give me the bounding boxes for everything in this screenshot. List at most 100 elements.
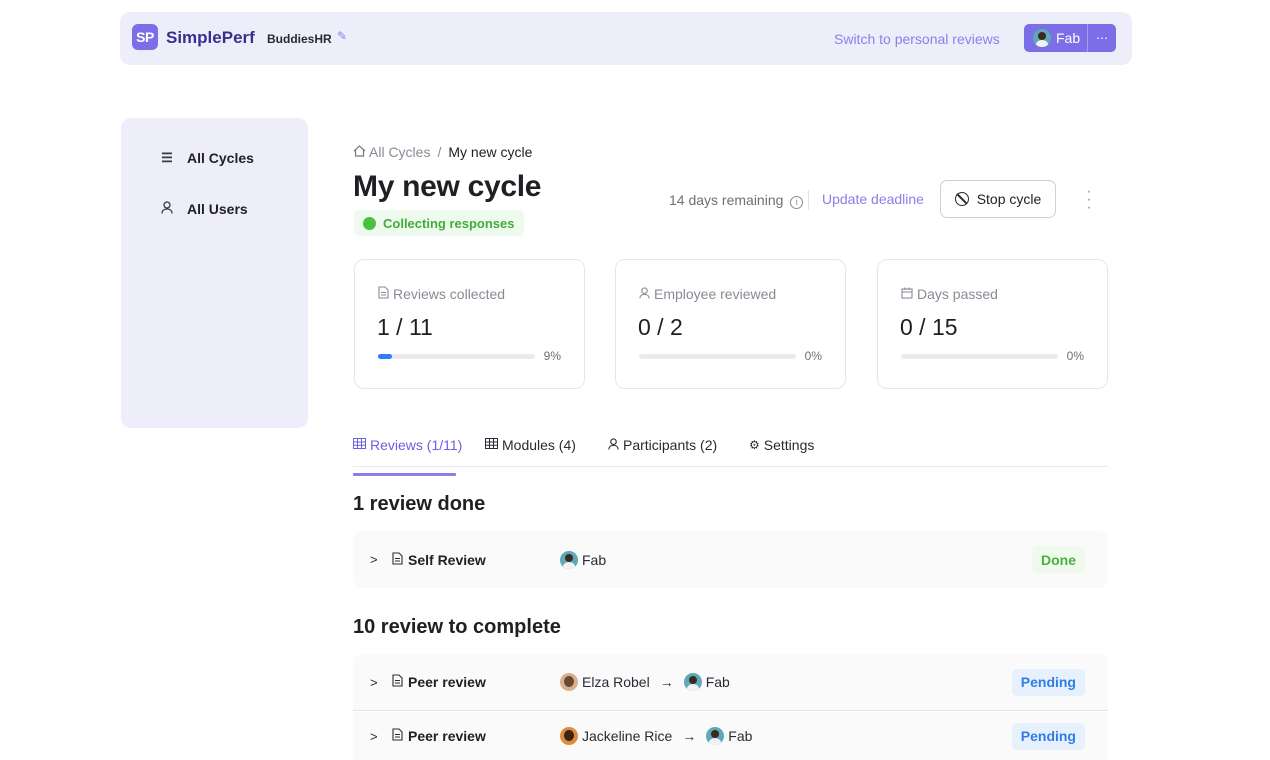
reviewer-name: Fab — [582, 551, 607, 568]
user-icon — [608, 437, 619, 453]
tab-label: Reviews (1/11) — [370, 437, 463, 453]
stop-cycle-button[interactable]: Stop cycle — [940, 180, 1056, 218]
tab-label: Settings — [763, 437, 815, 453]
sidebar-item-label: All Cycles — [187, 150, 254, 166]
update-deadline-link[interactable]: Update deadline — [822, 191, 924, 207]
breadcrumb-all-cycles-link[interactable]: All Cycles — [369, 144, 430, 160]
review-type: Peer review — [408, 728, 486, 744]
tab-reviews[interactable]: Reviews (1/11) — [353, 437, 463, 476]
user-menu-button[interactable]: Fab ⋯ — [1024, 24, 1116, 52]
stop-cycle-label: Stop cycle — [976, 191, 1042, 207]
breadcrumb-current: My new cycle — [448, 144, 533, 160]
section-title-done: 1 review done — [353, 493, 486, 515]
user-icon — [159, 201, 175, 217]
stat-label-text: Employee reviewed — [654, 286, 777, 302]
reviewee-name: Fab — [705, 674, 730, 690]
status-dot-icon — [363, 216, 376, 230]
status-badge: Collecting responses — [354, 210, 525, 236]
document-icon — [392, 551, 403, 568]
arrow-right-icon: → — [682, 728, 697, 744]
user-profile-button[interactable]: Fab — [1024, 24, 1088, 52]
days-remaining-text: 14 days remaining — [669, 192, 784, 208]
section-title-todo: 10 review to complete — [353, 616, 561, 638]
sidebar-item-all-users[interactable]: All Users — [159, 201, 248, 217]
table-icon — [353, 438, 366, 452]
status-badge: Pending — [1011, 722, 1085, 750]
logo-icon[interactable]: SP — [132, 24, 158, 50]
kebab-menu-icon[interactable]: · · · — [1082, 184, 1096, 216]
review-row[interactable]: > Peer review Jackeline Rice → Fab Pendi… — [353, 712, 1108, 760]
chevron-right-icon[interactable]: > — [370, 729, 378, 744]
sidebar-item-label: All Users — [187, 201, 248, 217]
stat-percent: 0% — [804, 349, 822, 363]
stat-label: Employee reviewed — [639, 286, 776, 302]
pencil-icon[interactable]: ✎ — [337, 29, 347, 43]
list-icon: ☰ — [161, 150, 173, 165]
tab-underline — [353, 473, 456, 476]
breadcrumb: All Cycles / My new cycle — [353, 144, 532, 160]
stat-percent: 0% — [1066, 349, 1084, 363]
stat-value: 0 / 15 — [900, 314, 958, 340]
reviewer-name: Elza Robel — [582, 674, 650, 690]
avatar — [706, 727, 725, 745]
calendar-icon — [901, 287, 913, 302]
stop-icon — [954, 192, 969, 206]
user-icon — [639, 286, 650, 302]
stat-value: 1 / 11 — [377, 314, 433, 340]
top-bar: SP SimplePerf BuddiesHR ✎ Switch to pers… — [120, 12, 1132, 65]
breadcrumb-separator: / — [437, 144, 442, 160]
days-remaining: 14 days remaining i — [669, 192, 804, 209]
reviewer-name: Jackeline Rice — [582, 728, 673, 744]
document-icon — [378, 286, 389, 302]
avatar — [683, 673, 702, 691]
brand-name[interactable]: SimplePerf — [166, 28, 255, 48]
tab-modules[interactable]: Modules (4) — [485, 437, 576, 453]
home-icon — [353, 144, 366, 160]
stat-label-text: Days passed — [917, 286, 998, 302]
chevron-right-icon[interactable]: > — [370, 552, 378, 567]
document-icon — [392, 674, 403, 690]
tab-label: Modules (4) — [502, 437, 576, 453]
review-row[interactable]: > Self Review Fab Done — [353, 531, 1108, 588]
stat-label-text: Reviews collected — [393, 286, 506, 302]
more-icon[interactable]: ⋯ — [1088, 31, 1116, 45]
status-badge: Done — [1032, 546, 1085, 573]
chevron-right-icon[interactable]: > — [370, 675, 378, 690]
review-row[interactable]: > Peer review Elza Robel → Fab Pending — [353, 654, 1108, 711]
progress-bar — [639, 354, 796, 359]
review-type: Self Review — [408, 551, 486, 568]
tab-bar: Reviews (1/11) Modules (4) Participants … — [353, 428, 1108, 476]
progress-bar — [378, 354, 535, 359]
progress-fill — [378, 354, 393, 359]
divider — [808, 190, 809, 210]
tab-settings[interactable]: ⚙ Settings — [749, 437, 814, 453]
stat-card-days-passed: Days passed 0 / 15 0% — [877, 259, 1108, 389]
org-name: BuddiesHR — [267, 32, 332, 46]
arrow-right-icon: → — [659, 674, 674, 690]
switch-personal-reviews-link[interactable]: Switch to personal reviews — [834, 31, 1000, 47]
stat-label: Reviews collected — [378, 286, 505, 302]
review-type: Peer review — [408, 674, 486, 690]
review-participants: Elza Robel → Fab — [560, 673, 730, 691]
review-participants: Jackeline Rice → Fab — [560, 727, 752, 745]
tab-label: Participants (2) — [623, 437, 718, 453]
sidebar-item-all-cycles[interactable]: ☰ All Cycles — [159, 150, 254, 166]
gear-icon: ⚙ — [749, 438, 760, 452]
reviewee-name: Fab — [728, 728, 753, 744]
status-text: Collecting responses — [383, 215, 515, 231]
review-participants: Fab — [560, 550, 607, 569]
page-title: My new cycle — [353, 170, 542, 203]
tab-participants[interactable]: Participants (2) — [608, 437, 717, 453]
stat-card-reviews-collected: Reviews collected 1 / 11 9% — [354, 259, 585, 389]
user-name: Fab — [1056, 30, 1081, 46]
avatar — [560, 550, 578, 569]
avatar — [560, 673, 578, 691]
stat-label: Days passed — [901, 286, 998, 302]
sidebar: ☰ All Cycles All Users — [121, 118, 308, 428]
progress-bar — [901, 354, 1058, 359]
stat-value: 0 / 2 — [638, 314, 683, 340]
document-icon — [392, 728, 403, 744]
avatar — [560, 727, 578, 745]
stat-card-employee-reviewed: Employee reviewed 0 / 2 0% — [615, 259, 846, 389]
info-icon[interactable]: i — [790, 196, 804, 209]
